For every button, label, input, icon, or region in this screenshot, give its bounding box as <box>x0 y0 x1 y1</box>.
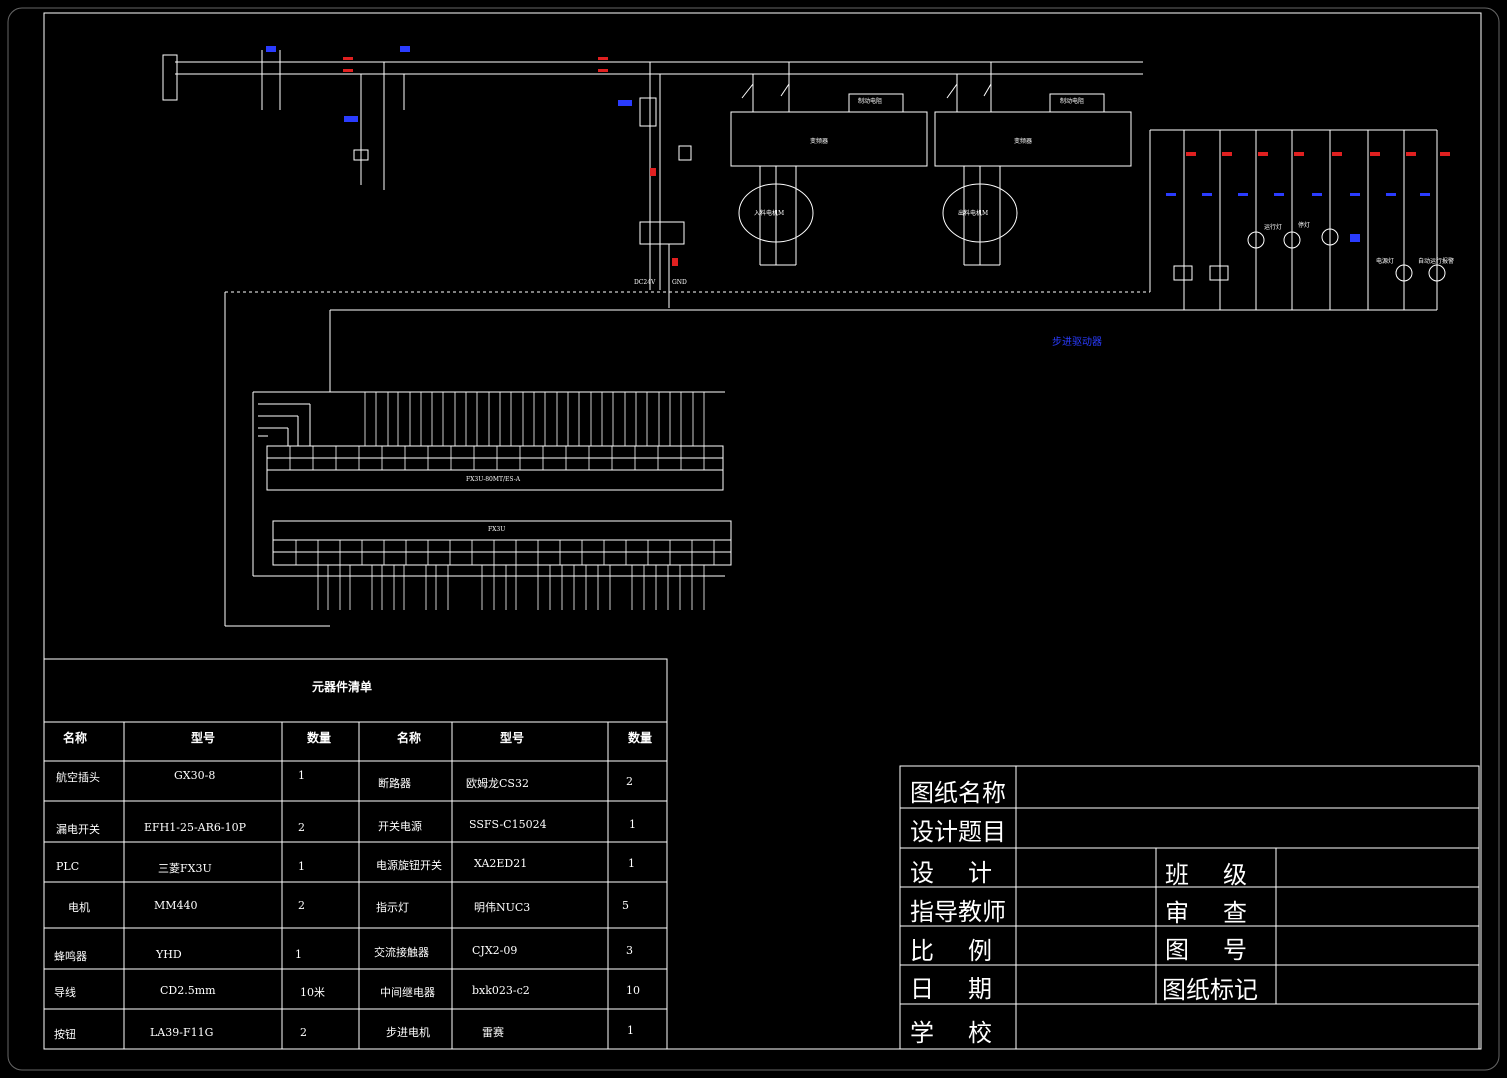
title-scale: 比例 <box>910 937 1026 965</box>
inverter-2-label: 变频器 <box>1014 138 1033 145</box>
power-light-label: 电源灯 <box>1376 258 1395 265</box>
bom-cell: CJX2-09 <box>472 944 518 957</box>
bom-cell: 电源旋钮开关 <box>376 859 442 872</box>
bom-cell: 2 <box>626 775 633 788</box>
bom-cell: 按钮 <box>54 1028 76 1041</box>
bom-cell: 10米 <box>300 986 325 999</box>
title-school: 学校 <box>910 1019 1026 1047</box>
brake-2-label: 制动电阻 <box>1060 98 1085 105</box>
bom-cell: EFH1-25-AR6-10P <box>144 821 247 834</box>
bom-cell: 2 <box>300 1026 307 1039</box>
motor-2-label: 出料电机M <box>958 210 989 217</box>
bom-header-name-2: 名称 <box>397 731 422 745</box>
gnd-label: GND <box>672 279 687 286</box>
bom-cell: SSFS-C15024 <box>469 818 547 831</box>
bom-header-name-1: 名称 <box>63 731 88 745</box>
bom-header-qty-2: 数量 <box>628 731 653 745</box>
bom-cell: 开关电源 <box>378 820 422 833</box>
bom-cell: 漏电开关 <box>56 823 100 836</box>
bom-header-model-1: 型号 <box>191 731 216 745</box>
stepper-driver-label: 步进驱动器 <box>1052 337 1102 348</box>
bom-cell: 航空插头 <box>56 771 100 784</box>
bom-cell: 三菱FX3U <box>158 862 212 875</box>
bom-cell: CD2.5mm <box>160 984 216 997</box>
title-drawing-name: 图纸名称 <box>910 779 1006 807</box>
bom-cell: XA2ED21 <box>474 857 528 870</box>
bom-cell: YHD <box>156 948 182 961</box>
bom-cell: 欧姆龙CS32 <box>466 777 529 790</box>
bom-cell: LA39-F11G <box>150 1026 214 1039</box>
title-class: 班级 <box>1165 861 1281 889</box>
bom-cell: 2 <box>298 821 305 834</box>
dc24v-label: DC24V <box>634 279 656 286</box>
bom-cell: MM440 <box>154 899 198 912</box>
title-teacher: 指导教师 <box>910 898 1006 926</box>
bom-title: 元器件清单 <box>312 680 373 694</box>
title-design: 设计 <box>910 859 1026 887</box>
bom-header-model-2: 型号 <box>500 731 525 745</box>
bom-cell: 5 <box>622 899 629 912</box>
bom-cell: 交流接触器 <box>374 946 429 959</box>
bom-cell: 3 <box>626 944 633 957</box>
bom-cell: 蜂鸣器 <box>54 950 87 963</box>
plc-model-label: FX3U-80MT/ES-A <box>466 476 521 483</box>
bom-cell: 1 <box>298 769 305 782</box>
bom-cell: 明伟NUC3 <box>474 901 531 914</box>
bom-cell: 1 <box>295 948 302 961</box>
bom-cell: 2 <box>298 899 305 912</box>
bom-cell: 指示灯 <box>376 901 409 914</box>
bom-cell: PLC <box>56 860 80 873</box>
title-review: 审查 <box>1165 899 1281 927</box>
bom-cell: 断路器 <box>378 777 411 790</box>
run-light-label: 运行灯 <box>1264 224 1283 231</box>
bom-cell: bxk023-c2 <box>472 984 530 997</box>
bom-cell: 雷赛 <box>482 1026 504 1039</box>
title-drawing-mark: 图纸标记 <box>1162 976 1258 1004</box>
bom-cell: 电机 <box>68 901 90 914</box>
bom-header-qty-1: 数量 <box>307 731 332 745</box>
title-date: 日期 <box>910 975 1026 1003</box>
bom-cell: 步进电机 <box>386 1026 430 1039</box>
title-design-topic: 设计题目 <box>910 818 1006 846</box>
bom-cell: GX30-8 <box>174 769 216 782</box>
bom-cell: 1 <box>628 857 635 870</box>
bom-cell: 1 <box>629 818 636 831</box>
bom-cell: 导线 <box>54 986 76 999</box>
plc-output-label: FX3U <box>488 526 506 533</box>
bom-cell: 1 <box>298 860 305 873</box>
inverter-1-label: 变频器 <box>810 138 829 145</box>
alarm-label: 自动运行报警 <box>1418 258 1455 265</box>
brake-1-label: 制动电阻 <box>858 98 883 105</box>
title-drawing-no: 图号 <box>1165 936 1281 964</box>
bom-cell: 10 <box>626 984 640 997</box>
stop-light-label: 停灯 <box>1298 222 1311 229</box>
bom-cell: 1 <box>627 1024 634 1037</box>
bom-cell: 中间继电器 <box>380 986 435 999</box>
motor-1-label: 入料电机M <box>754 210 785 217</box>
